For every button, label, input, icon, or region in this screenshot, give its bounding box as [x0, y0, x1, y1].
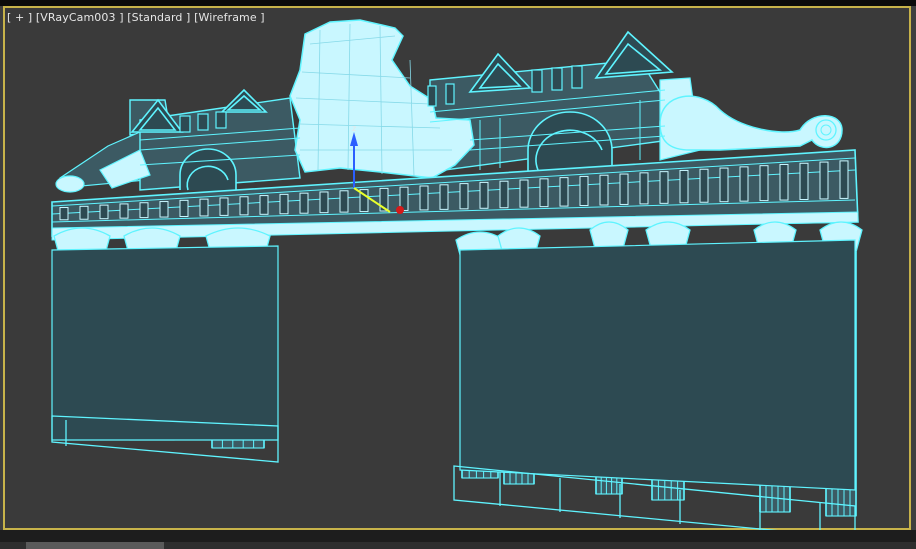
beam-slot — [319, 191, 329, 214]
scene-wireframe[interactable]: z — [0, 0, 916, 549]
beam-slot — [779, 163, 789, 201]
beam-slot — [299, 192, 309, 214]
beam-slot — [519, 179, 529, 208]
beam-slot — [659, 171, 669, 204]
beam-slot — [739, 166, 749, 202]
beam-slot — [439, 184, 449, 210]
beam-slot — [99, 204, 109, 220]
beam-slot — [279, 193, 289, 215]
beam-slot — [679, 169, 689, 204]
beam-slot — [339, 190, 349, 213]
beam-slot — [499, 180, 509, 209]
beam-slot — [159, 201, 169, 218]
beam-slot — [599, 174, 609, 206]
viewport-frame: [ + ] [VRayCam003 ] [Standard ] [Wirefra… — [0, 0, 916, 549]
beam-slot — [119, 203, 129, 219]
beam-slot — [199, 198, 209, 217]
beam-slot — [419, 185, 429, 211]
beam-slot — [59, 207, 69, 221]
beam-slot — [219, 197, 229, 216]
bottom-timeline-bar — [0, 530, 916, 549]
timeline-slider[interactable] — [26, 542, 164, 549]
beam-slot — [239, 196, 249, 216]
beam-slot — [539, 178, 549, 208]
beam-slot — [639, 172, 649, 205]
beam-slot — [459, 183, 469, 210]
beam-slot — [759, 165, 769, 202]
beam-slot — [799, 162, 809, 201]
beam-slot — [819, 161, 829, 200]
beam-slot — [579, 175, 589, 207]
beam-slot — [559, 177, 569, 207]
beam-slot — [839, 160, 849, 199]
scroll-ornament — [659, 95, 843, 151]
beam-slot — [79, 205, 89, 220]
beam-slot — [259, 195, 269, 215]
beam-slot — [719, 167, 729, 203]
beam-slot — [179, 199, 189, 217]
beam-slot — [479, 181, 489, 209]
beam-slot — [139, 202, 149, 219]
beam-slot — [619, 173, 629, 205]
gizmo-z-label: z — [352, 124, 356, 133]
beam-slot — [699, 168, 709, 203]
